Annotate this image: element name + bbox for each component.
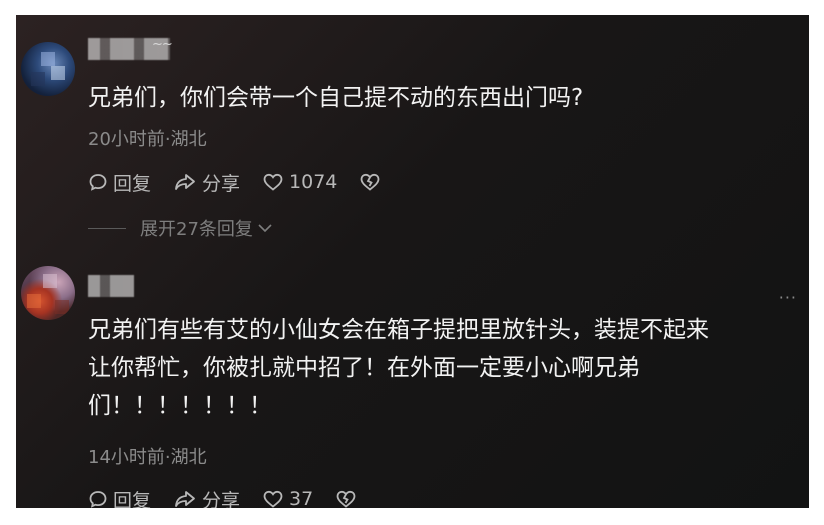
comment-meta: 20小时前·湖北: [88, 129, 207, 150]
like-count: 37: [289, 488, 314, 508]
username-blurred[interactable]: [88, 275, 134, 297]
heart-icon: [263, 173, 283, 191]
reply-button[interactable]: 回复: [88, 169, 151, 196]
like-button[interactable]: 37: [262, 488, 313, 508]
comment-actions: 回复 分享 37: [88, 484, 384, 508]
like-button[interactable]: 1074: [262, 171, 337, 193]
reply-label: 回复: [113, 489, 152, 509]
avatar-pixel: [31, 72, 45, 86]
avatar-pixel: [51, 66, 65, 80]
comment-actions: 回复 分享 1074: [88, 167, 408, 197]
share-label: 分享: [202, 489, 241, 509]
share-arrow-icon: [175, 491, 195, 507]
comment-panel: ~~ 兄弟们，你们会带一个自己提不动的东西出门吗? 20小时前·湖北 回复 分享: [16, 15, 809, 508]
avatar-pixel: [55, 300, 69, 314]
reply-label: 回复: [113, 172, 152, 195]
comment-meta: 14小时前·湖北: [88, 447, 207, 468]
avatar[interactable]: [21, 266, 75, 320]
dislike-button[interactable]: [359, 172, 386, 192]
comment-text: 兄弟们，你们会带一个自己提不动的东西出门吗?: [88, 85, 584, 111]
comment-item: ~~ 兄弟们，你们会带一个自己提不动的东西出门吗? 20小时前·湖北 回复 分享: [16, 15, 809, 265]
avatar-pixel: [41, 52, 55, 66]
expand-label: 展开27条回复: [140, 219, 253, 240]
avatar-pixel: [43, 274, 57, 288]
dislike-button[interactable]: [335, 489, 362, 508]
broken-heart-icon: [360, 173, 380, 191]
speech-bubble-icon: [89, 174, 107, 191]
share-label: 分享: [202, 172, 241, 195]
reply-button[interactable]: 回复: [88, 486, 152, 509]
share-arrow-icon: [175, 174, 195, 190]
more-options-button[interactable]: ···: [779, 288, 797, 307]
heart-icon: [263, 490, 283, 508]
share-button[interactable]: 分享: [173, 486, 241, 509]
comment-item: ··· 兄弟们有些有艾的小仙女会在箱子提把里放针头，装提不起来 让你帮忙，你被扎…: [16, 265, 809, 508]
divider-line: [88, 227, 126, 229]
speech-bubble-icon: [89, 491, 107, 508]
username-tail: ~~: [152, 37, 173, 52]
comment-text: 兄弟们有些有艾的小仙女会在箱子提把里放针头，装提不起来 让你帮忙，你被扎就中招了…: [88, 317, 709, 419]
share-button[interactable]: 分享: [173, 169, 240, 196]
chevron-down-icon: [258, 224, 272, 233]
avatar-pixel: [27, 294, 41, 308]
avatar[interactable]: [21, 42, 75, 96]
like-count: 1074: [289, 171, 338, 193]
broken-heart-icon: [336, 490, 356, 508]
expand-replies[interactable]: 展开27条回复: [88, 215, 273, 241]
